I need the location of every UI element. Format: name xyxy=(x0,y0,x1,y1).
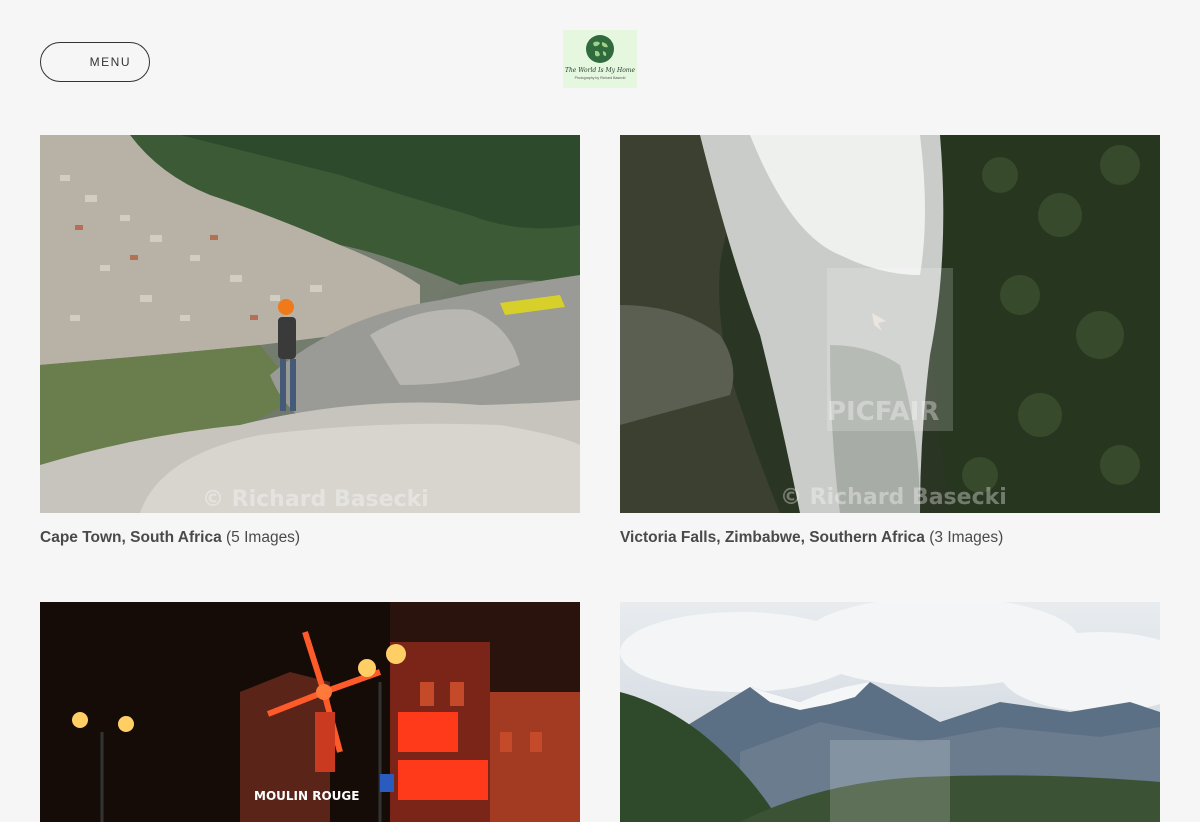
gallery-count: (5 Images) xyxy=(226,529,301,546)
neon-sign-text: MOULIN ROUGE xyxy=(254,789,359,803)
gallery-caption[interactable]: Cape Town, South Africa (5 Images) xyxy=(40,529,580,547)
site-logo[interactable]: The World Is My Home Photography by Rich… xyxy=(563,30,637,88)
site-header: MENU The World Is My Home Photography by… xyxy=(0,0,1200,110)
gallery-title: Victoria Falls, Zimbabwe, Southern Afric… xyxy=(620,529,925,546)
menu-button[interactable]: MENU xyxy=(40,42,150,82)
gallery-photo-victoria-falls[interactable]: PICFAIR © Richard Basecki xyxy=(620,135,1160,513)
gallery-count: (3 Images) xyxy=(929,529,1004,546)
photo-watermark: © Richard Basecki xyxy=(202,487,429,512)
gallery-photo-paris[interactable]: MOULIN ROUGE xyxy=(40,602,580,822)
logo-subtitle: Photography by Richard Basecki xyxy=(574,76,626,80)
cape-town-photo-illustration xyxy=(40,135,580,513)
gallery-title: Cape Town, South Africa xyxy=(40,529,222,546)
gallery-card-mountains[interactable] xyxy=(620,602,1160,822)
globe-icon xyxy=(586,35,614,63)
logo-title: The World Is My Home xyxy=(564,67,636,74)
picfair-watermark-box xyxy=(830,740,950,822)
picfair-watermark: PICFAIR xyxy=(827,397,940,427)
moulin-rouge-photo-illustration: MOULIN ROUGE xyxy=(40,602,580,822)
gallery-card-victoria-falls[interactable]: PICFAIR © Richard Basecki Victoria Falls… xyxy=(620,135,1160,547)
gallery-caption[interactable]: Victoria Falls, Zimbabwe, Southern Afric… xyxy=(620,529,1160,547)
menu-label: MENU xyxy=(89,55,131,69)
photo-watermark: © Richard Basecki xyxy=(780,485,1007,510)
gallery-card-cape-town[interactable]: © Richard Basecki Cape Town, South Afric… xyxy=(40,135,580,547)
gallery-card-paris[interactable]: MOULIN ROUGE xyxy=(40,602,580,822)
gallery-photo-cape-town[interactable]: © Richard Basecki xyxy=(40,135,580,513)
gallery-photo-mountains[interactable] xyxy=(620,602,1160,822)
